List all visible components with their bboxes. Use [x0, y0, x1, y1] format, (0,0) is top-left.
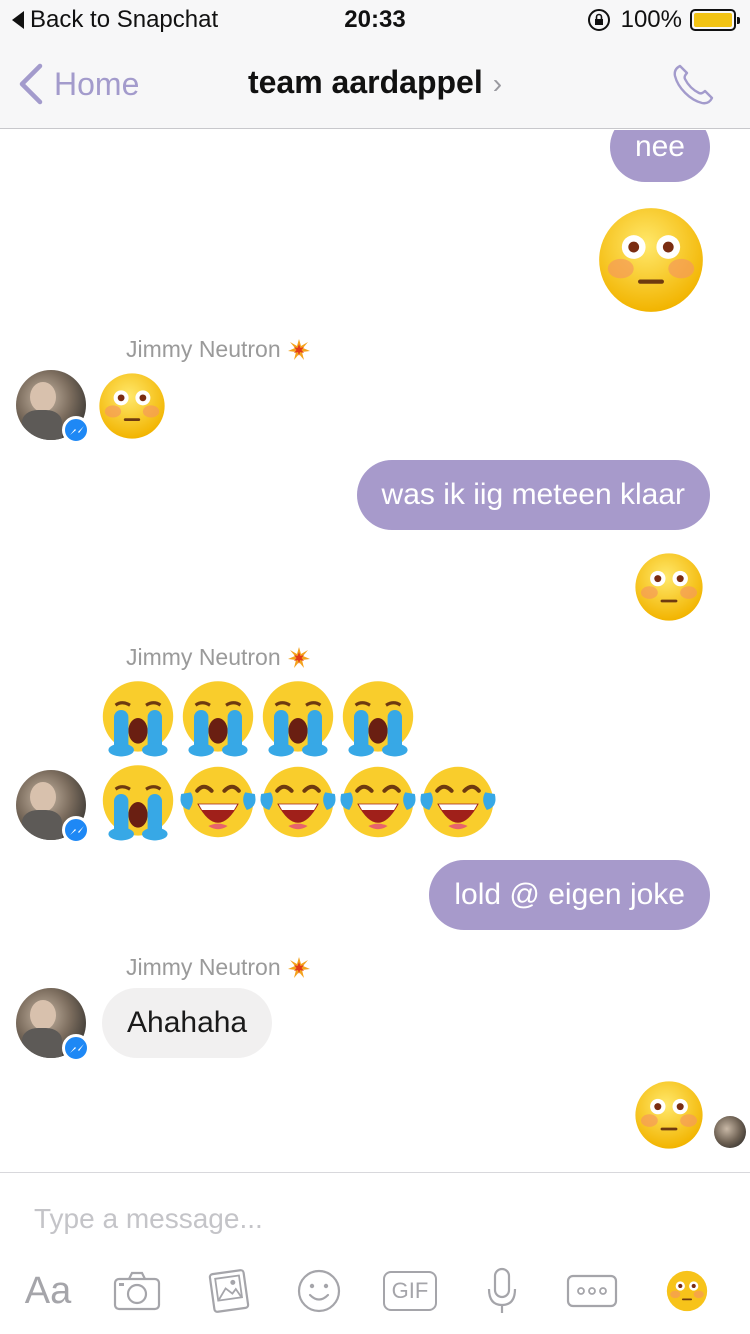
avatar[interactable]	[16, 988, 90, 1062]
sender-name: Jimmy Neutron	[126, 336, 311, 363]
message-text: lold @ eigen joke	[454, 878, 685, 911]
composer-toolbar: Aa GIF	[0, 1263, 750, 1323]
text-format-button[interactable]: Aa	[18, 1263, 78, 1319]
microphone-button[interactable]	[480, 1263, 524, 1319]
chevron-right-icon: ›	[492, 68, 503, 99]
messenger-icon	[62, 1034, 90, 1062]
sender-name-text: Jimmy Neutron	[126, 336, 281, 362]
conversation-title[interactable]: team aardappel ›	[0, 64, 750, 101]
seen-by-avatar	[714, 1116, 746, 1148]
battery-percent: 100%	[620, 6, 682, 33]
sticker-button[interactable]	[294, 1263, 344, 1319]
composer: Aa	[0, 1172, 750, 1334]
avatar[interactable]	[16, 770, 90, 844]
sender-name-text: Jimmy Neutron	[126, 644, 281, 670]
more-button[interactable]	[566, 1263, 618, 1319]
conversation-title-text: team aardappel	[247, 64, 483, 100]
tears-of-joy-emoji	[260, 766, 336, 838]
battery-fill	[694, 13, 732, 27]
message-text: nee	[634, 130, 685, 163]
gif-button[interactable]: GIF	[382, 1263, 438, 1319]
flushed-face-emoji[interactable]	[634, 552, 704, 622]
camera-button[interactable]	[112, 1263, 162, 1319]
message-bubble-outgoing[interactable]: lold @ eigen joke	[429, 860, 710, 930]
microphone-icon	[487, 1267, 517, 1313]
flushed-emoji-icon	[666, 1270, 708, 1312]
avatar[interactable]	[16, 370, 90, 444]
sender-name-text: Jimmy Neutron	[126, 954, 281, 980]
message-bubble-outgoing[interactable]: was ik iig meteen klaar	[356, 460, 710, 530]
status-bar: Back to Snapchat 20:33 100%	[0, 0, 750, 40]
collision-icon	[287, 338, 310, 360]
tears-of-joy-emoji	[340, 766, 416, 838]
flushed-face-emoji[interactable]	[634, 1080, 704, 1150]
collision-icon	[287, 646, 310, 668]
orientation-lock-icon	[587, 9, 610, 31]
message-text: was ik iig meteen klaar	[381, 478, 685, 511]
camera-icon	[113, 1271, 161, 1311]
message-list[interactable]: nee Jimmy Neutron was ik iig meteen klaa…	[0, 130, 750, 1172]
emoji-message-group[interactable]	[98, 678, 518, 848]
phone-icon[interactable]	[670, 62, 716, 108]
sender-name: Jimmy Neutron	[126, 954, 311, 981]
message-text: Ahahaha	[127, 1006, 248, 1039]
messenger-icon	[62, 416, 90, 444]
smiley-icon	[297, 1269, 341, 1313]
battery-icon	[690, 9, 740, 31]
crying-face-emoji	[102, 765, 174, 841]
message-input[interactable]	[34, 1203, 694, 1235]
gallery-icon	[208, 1269, 250, 1313]
quick-emoji-button[interactable]	[664, 1263, 710, 1319]
messenger-icon	[62, 816, 90, 844]
crying-face-emoji	[182, 681, 254, 757]
collision-icon	[287, 956, 310, 978]
nav-bar: Home team aardappel ›	[0, 40, 750, 129]
crying-face-emoji	[262, 681, 334, 757]
crying-face-emoji	[102, 681, 174, 757]
gif-label: GIF	[383, 1271, 437, 1311]
gallery-button[interactable]	[204, 1263, 254, 1319]
message-bubble-outgoing[interactable]: nee	[609, 130, 710, 182]
tears-of-joy-emoji	[180, 766, 256, 838]
tears-of-joy-emoji	[420, 766, 496, 838]
sender-name: Jimmy Neutron	[126, 644, 311, 671]
crying-face-emoji	[342, 681, 414, 757]
text-format-label: Aa	[24, 1269, 72, 1312]
status-right: 100%	[587, 6, 740, 34]
message-bubble-incoming[interactable]: Ahahaha	[102, 988, 273, 1058]
flushed-face-emoji[interactable]	[596, 206, 706, 314]
more-icon	[566, 1274, 618, 1308]
flushed-face-emoji[interactable]	[98, 372, 166, 440]
